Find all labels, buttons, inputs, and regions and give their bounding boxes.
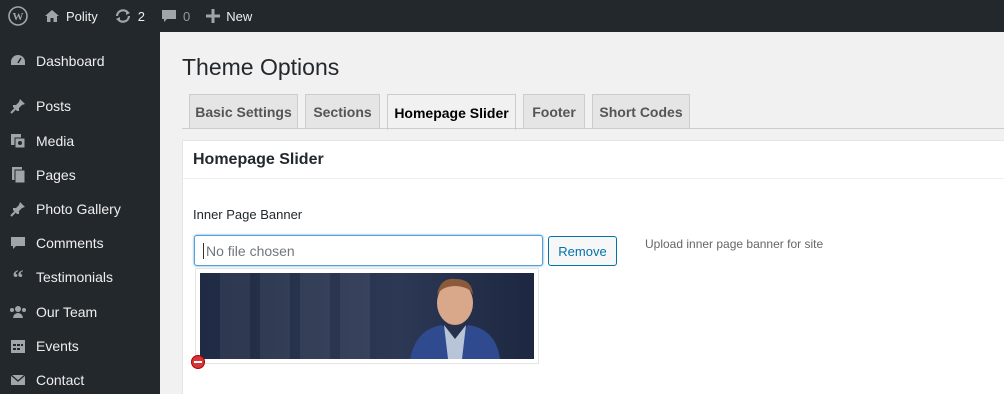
calendar-icon [0, 337, 36, 355]
banner-preview-image [200, 273, 534, 359]
sidebar-item-dashboard[interactable]: Dashboard [0, 44, 160, 78]
sidebar-item-contact[interactable]: Contact [0, 363, 160, 394]
sidebar-item-label: Comments [36, 235, 104, 251]
svg-text:W: W [13, 11, 24, 23]
sidebar-item-label: Contact [36, 372, 85, 388]
groups-icon [0, 303, 36, 321]
new-content-link[interactable]: New [198, 0, 260, 32]
field-help-text: Upload inner page banner for site [645, 237, 824, 251]
sidebar-item-label: Events [36, 338, 79, 354]
tab-footer[interactable]: Footer [523, 94, 585, 129]
email-icon [0, 371, 36, 389]
pin-icon [0, 97, 36, 115]
tab-homepage-slider[interactable]: Homepage Slider [387, 94, 516, 130]
banner-preview [195, 268, 539, 364]
file-input-value: No file chosen [206, 242, 295, 259]
tabs-divider [182, 128, 1004, 129]
sidebar-item-our-team[interactable]: Our Team [0, 295, 160, 329]
sidebar-item-photo-gallery[interactable]: Photo Gallery [0, 192, 160, 226]
dashboard-icon [0, 52, 36, 70]
media-icon [0, 132, 36, 150]
sidebar-item-pages[interactable]: Pages [0, 158, 160, 192]
new-label: New [226, 8, 253, 24]
sidebar-item-label: Testimonials [36, 269, 114, 285]
pin-icon [0, 200, 36, 218]
comment-icon [162, 10, 177, 22]
updates-icon [115, 9, 130, 23]
quote-icon: “ [0, 268, 36, 286]
updates-link[interactable]: 2 [106, 0, 153, 32]
sidebar-item-label: Media [36, 133, 75, 149]
panel-heading: Homepage Slider [183, 141, 1004, 179]
pages-icon [0, 166, 36, 184]
sidebar-item-media[interactable]: Media [0, 124, 160, 158]
sidebar-item-posts[interactable]: Posts [0, 89, 160, 123]
options-panel: Homepage Slider Inner Page Banner No fil… [182, 140, 1004, 394]
admin-bar: W Polity 2 0 New [0, 0, 1004, 32]
remove-image-icon[interactable] [191, 355, 205, 369]
sidebar-item-label: Our Team [36, 304, 98, 320]
plus-icon [206, 9, 221, 23]
tab-basic-settings[interactable]: Basic Settings [189, 94, 298, 129]
admin-sidebar: Dashboard Posts Media Pages Photo Galler… [0, 32, 160, 394]
remove-button[interactable]: Remove [548, 236, 617, 266]
comment-icon [0, 234, 36, 252]
banner-file-input[interactable]: No file chosen [194, 235, 543, 266]
sidebar-item-label: Photo Gallery [36, 201, 121, 217]
text-caret [203, 242, 204, 259]
site-name-link[interactable]: Polity [36, 0, 106, 32]
comments-count: 0 [183, 8, 191, 24]
updates-count: 2 [137, 8, 146, 24]
wordpress-logo-icon[interactable]: W [0, 0, 36, 32]
sidebar-item-label: Posts [36, 98, 72, 114]
sidebar-item-label: Pages [36, 167, 76, 183]
svg-text:“: “ [13, 268, 24, 286]
sidebar-item-label: Dashboard [36, 53, 105, 69]
sidebar-item-comments[interactable]: Comments [0, 226, 160, 260]
home-icon [45, 10, 59, 22]
sidebar-item-events[interactable]: Events [0, 329, 160, 363]
tab-sections[interactable]: Sections [305, 94, 380, 129]
site-name: Polity [66, 8, 98, 24]
person-photo [410, 278, 500, 359]
page-title: Theme Options [182, 54, 340, 80]
comments-link[interactable]: 0 [153, 0, 198, 32]
tab-short-codes[interactable]: Short Codes [592, 94, 690, 129]
field-label: Inner Page Banner [193, 207, 303, 222]
main-content: Theme Options Basic Settings Sections Ho… [160, 32, 1004, 394]
sidebar-item-testimonials[interactable]: “ Testimonials [0, 260, 160, 294]
